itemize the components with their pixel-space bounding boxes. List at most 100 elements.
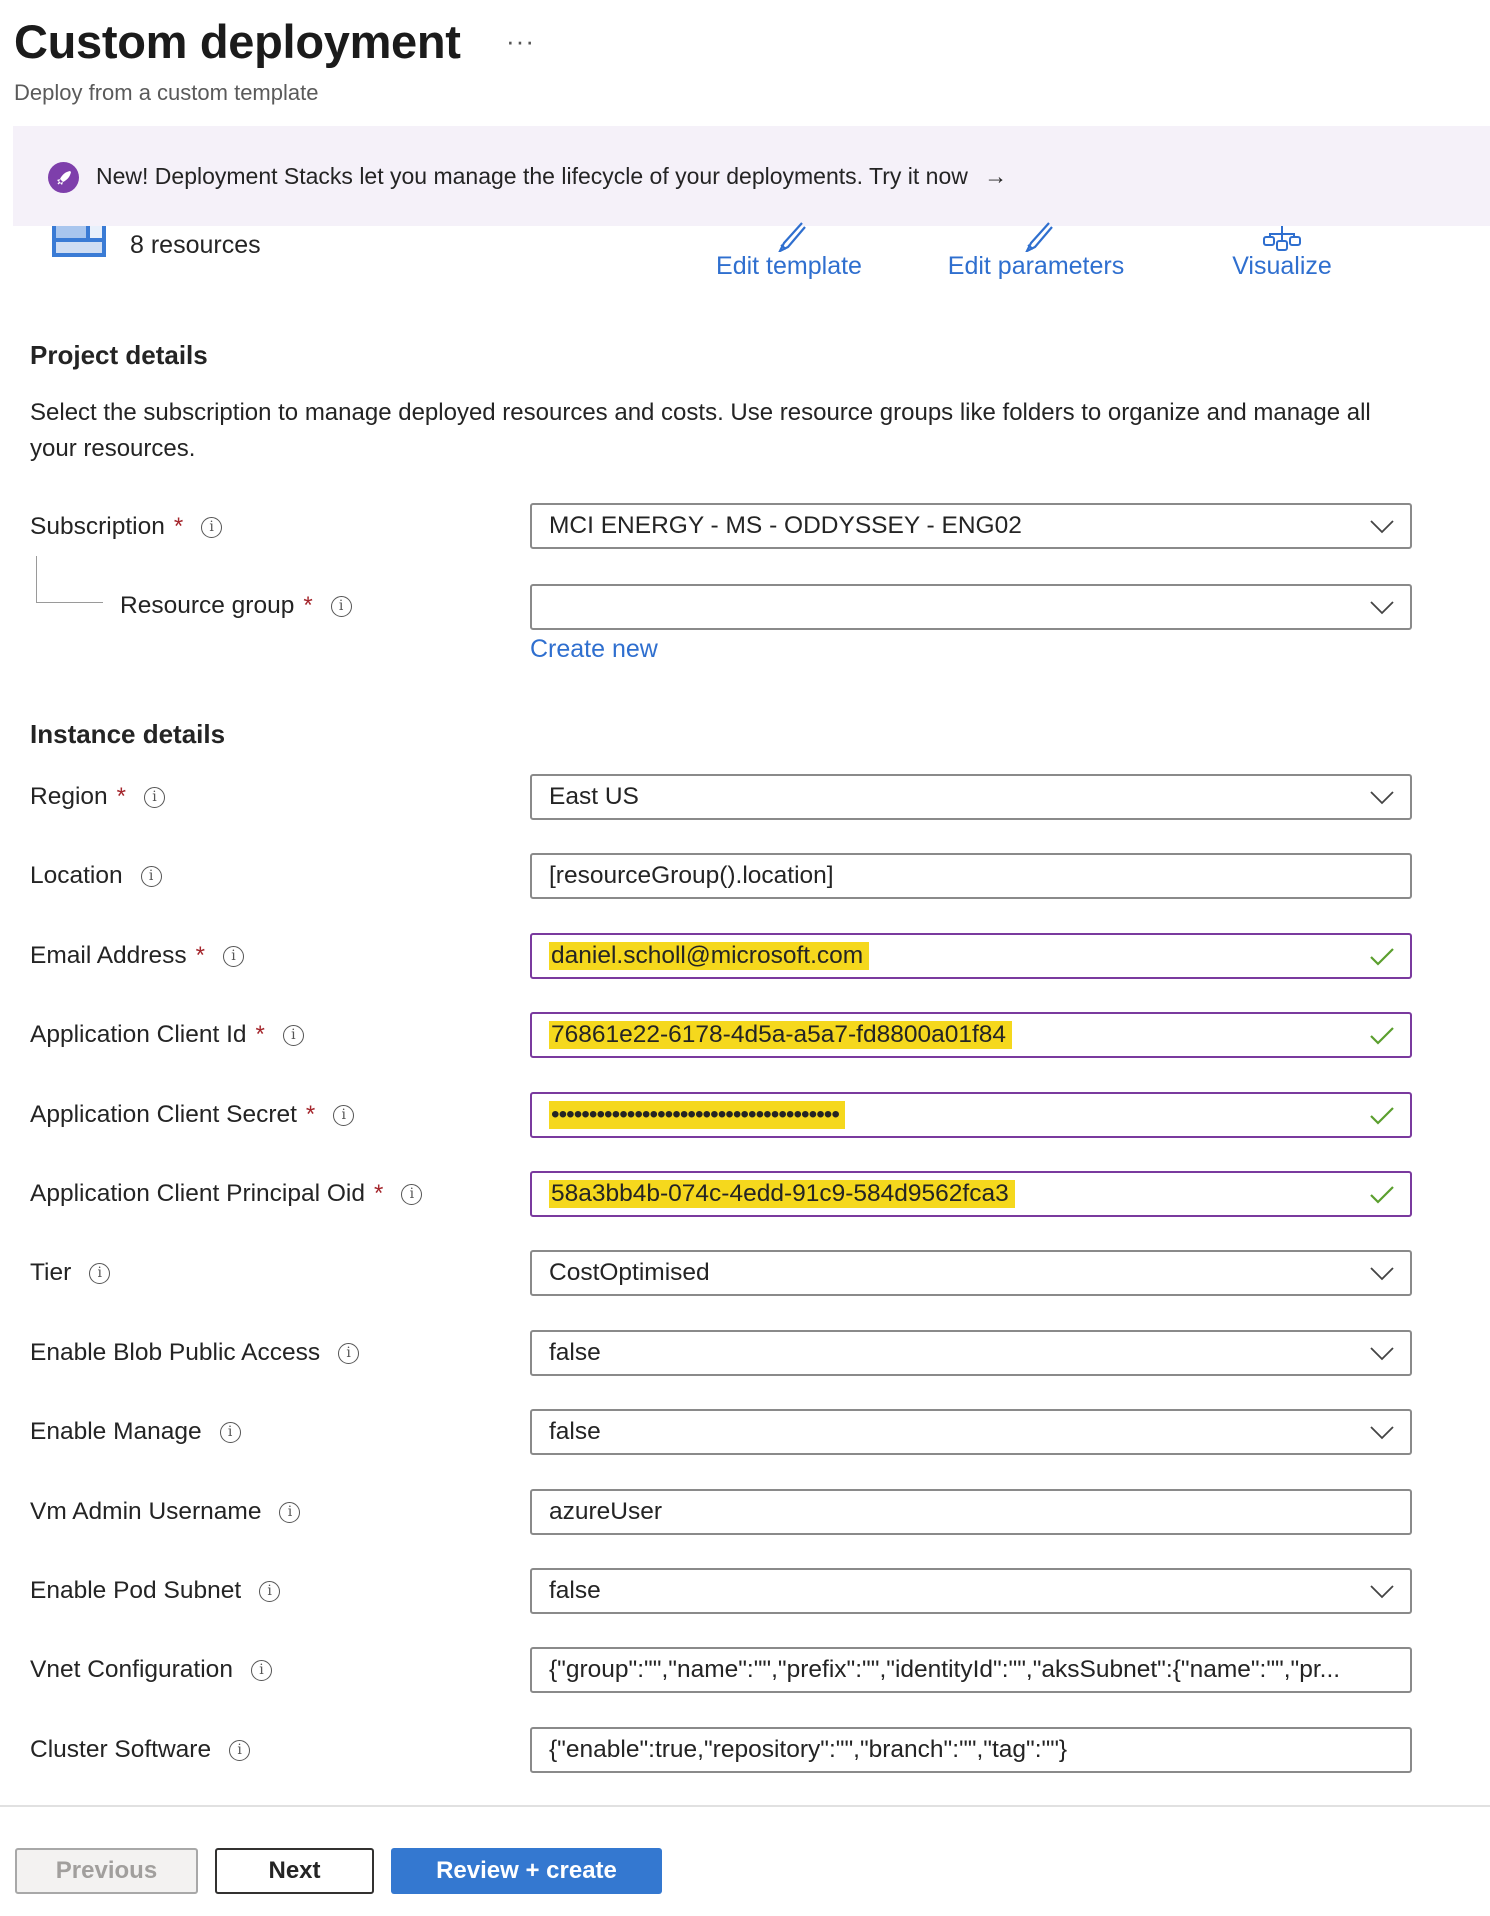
field-value: {"enable":true,"repository":"","branch":… — [549, 1736, 1068, 1763]
visualize-button[interactable]: Visualize — [1162, 218, 1402, 281]
vm-admin-username-input[interactable]: azureUser — [530, 1489, 1412, 1535]
application-client-principal-oid-label: Application Client Principal Oid * i — [30, 1180, 423, 1208]
required-marker: * — [305, 1101, 316, 1128]
required-marker: * — [255, 1021, 265, 1048]
field-value: •••••••••••••••••••••••••••••••••••••• — [549, 1101, 845, 1129]
enable-pod-subnet-dropdown[interactable]: false — [530, 1568, 1412, 1614]
edit-template-button[interactable]: Edit template — [669, 218, 909, 281]
review-create-button[interactable]: Review + create — [391, 1848, 662, 1894]
label-text: Location — [30, 862, 123, 889]
vnet-configuration-label: Vnet Configuration i — [30, 1656, 272, 1684]
label-text: Vnet Configuration — [30, 1656, 233, 1683]
chevron-down-icon — [1370, 791, 1394, 805]
info-icon[interactable]: i — [89, 1262, 111, 1284]
edit-parameters-button[interactable]: Edit parameters — [916, 218, 1156, 281]
enable-pod-subnet-label: Enable Pod Subnet i — [30, 1577, 281, 1605]
label-text: Vm Admin Username — [30, 1498, 262, 1525]
chevron-down-icon — [1370, 601, 1394, 615]
enable-blob-public-access-label: Enable Blob Public Access i — [30, 1339, 360, 1367]
info-icon[interactable]: i — [222, 945, 244, 967]
info-icon[interactable]: i — [143, 786, 165, 808]
page-subtitle: Deploy from a custom template — [14, 80, 319, 105]
enable-manage-dropdown[interactable]: false — [530, 1409, 1412, 1455]
info-icon[interactable]: i — [201, 516, 223, 538]
resource-group-dropdown[interactable] — [530, 584, 1412, 630]
info-icon[interactable]: i — [282, 1024, 304, 1046]
label-text: Email Address — [30, 942, 187, 969]
application-client-id-input[interactable]: 76861e22-6178-4d5a-a5a7-fd8800a01f84 — [530, 1012, 1412, 1058]
info-icon[interactable]: i — [259, 1580, 281, 1602]
rocket-icon — [48, 162, 79, 193]
label-text: Tier — [30, 1259, 72, 1286]
email-address-label: Email Address * i — [30, 942, 244, 970]
required-marker: * — [303, 592, 313, 619]
more-options-button[interactable]: ··· — [506, 26, 535, 57]
edit-parameters-label: Edit parameters — [947, 252, 1125, 280]
label-text: Application Client Id — [30, 1021, 247, 1048]
label-text: Resource group — [120, 592, 295, 619]
pencil-icon — [916, 218, 1156, 252]
enable-blob-public-access-dropdown[interactable]: false — [530, 1330, 1412, 1376]
email-address-input[interactable]: daniel.scholl@microsoft.com — [530, 933, 1412, 979]
field-value: azureUser — [549, 1498, 663, 1525]
checkmark-icon — [1370, 1186, 1394, 1204]
label-text: Application Client Secret — [30, 1101, 297, 1128]
field-value: East US — [549, 783, 639, 810]
application-client-secret-input[interactable]: •••••••••••••••••••••••••••••••••••••• — [530, 1092, 1412, 1138]
resources-count: 8 resources — [130, 231, 261, 259]
project-details-heading: Project details — [30, 340, 208, 370]
create-new-resource-group-link[interactable]: Create new — [530, 635, 658, 664]
location-input[interactable]: [resourceGroup().location] — [530, 853, 1412, 899]
info-icon[interactable]: i — [333, 1104, 355, 1126]
resource-group-label: Resource group * i — [120, 592, 352, 620]
pencil-icon — [669, 218, 909, 252]
region-dropdown[interactable]: East US — [530, 774, 1412, 820]
enable-manage-label: Enable Manage i — [30, 1418, 241, 1446]
info-icon[interactable]: i — [250, 1659, 272, 1681]
info-icon[interactable]: i — [330, 595, 352, 617]
field-value: CostOptimised — [549, 1259, 710, 1286]
instance-details-heading: Instance details — [30, 719, 226, 749]
label-text: Cluster Software — [30, 1736, 212, 1763]
checkmark-icon — [1370, 1027, 1394, 1045]
visualize-label: Visualize — [1232, 252, 1332, 280]
info-icon[interactable]: i — [140, 865, 162, 887]
selected-value: MCI ENERGY - MS - ODDYSSEY - ENG02 — [549, 512, 1022, 539]
info-icon[interactable]: i — [279, 1501, 301, 1523]
next-button[interactable]: Next — [215, 1848, 374, 1894]
field-value: false — [549, 1577, 601, 1604]
label-text: Enable Blob Public Access — [30, 1339, 321, 1366]
checkmark-icon — [1370, 948, 1394, 966]
tier-label: Tier i — [30, 1259, 111, 1287]
required-marker: * — [195, 942, 205, 969]
footer-divider — [0, 1805, 1490, 1807]
page-title: Custom deployment — [14, 15, 461, 68]
application-client-principal-oid-input[interactable]: 58a3bb4b-074c-4edd-91c9-584d9562fca3 — [530, 1171, 1412, 1217]
application-client-secret-label: Application Client Secret * i — [30, 1101, 355, 1129]
banner-text: New! Deployment Stacks let you manage th… — [96, 163, 968, 189]
resources-icon — [52, 226, 106, 257]
edit-template-label: Edit template — [716, 252, 862, 280]
field-value: {"group":"","name":"","prefix":"","ident… — [549, 1656, 1341, 1683]
chevron-down-icon — [1370, 1267, 1394, 1281]
required-marker: * — [374, 1180, 384, 1207]
banner-message[interactable]: New! Deployment Stacks let you manage th… — [96, 163, 1007, 190]
chevron-down-icon — [1370, 520, 1394, 534]
vnet-configuration-input[interactable]: {"group":"","name":"","prefix":"","ident… — [530, 1647, 1412, 1693]
info-icon[interactable]: i — [219, 1421, 241, 1443]
label-text: Subscription — [30, 513, 165, 540]
info-icon[interactable]: i — [401, 1183, 423, 1205]
previous-button[interactable]: Previous — [15, 1848, 198, 1894]
subscription-label: Subscription * i — [30, 513, 223, 541]
field-value: [resourceGroup().location] — [549, 862, 834, 889]
cluster-software-input[interactable]: {"enable":true,"repository":"","branch":… — [530, 1727, 1412, 1773]
field-value: 76861e22-6178-4d5a-a5a7-fd8800a01f84 — [549, 1021, 1013, 1049]
chevron-down-icon — [1370, 1347, 1394, 1361]
info-icon[interactable]: i — [338, 1342, 360, 1364]
label-text: Enable Manage — [30, 1418, 202, 1445]
tier-dropdown[interactable]: CostOptimised — [530, 1250, 1412, 1296]
location-label: Location i — [30, 862, 162, 890]
info-icon[interactable]: i — [229, 1739, 251, 1761]
application-client-id-label: Application Client Id * i — [30, 1021, 304, 1049]
subscription-dropdown[interactable]: MCI ENERGY - MS - ODDYSSEY - ENG02 — [530, 503, 1412, 549]
